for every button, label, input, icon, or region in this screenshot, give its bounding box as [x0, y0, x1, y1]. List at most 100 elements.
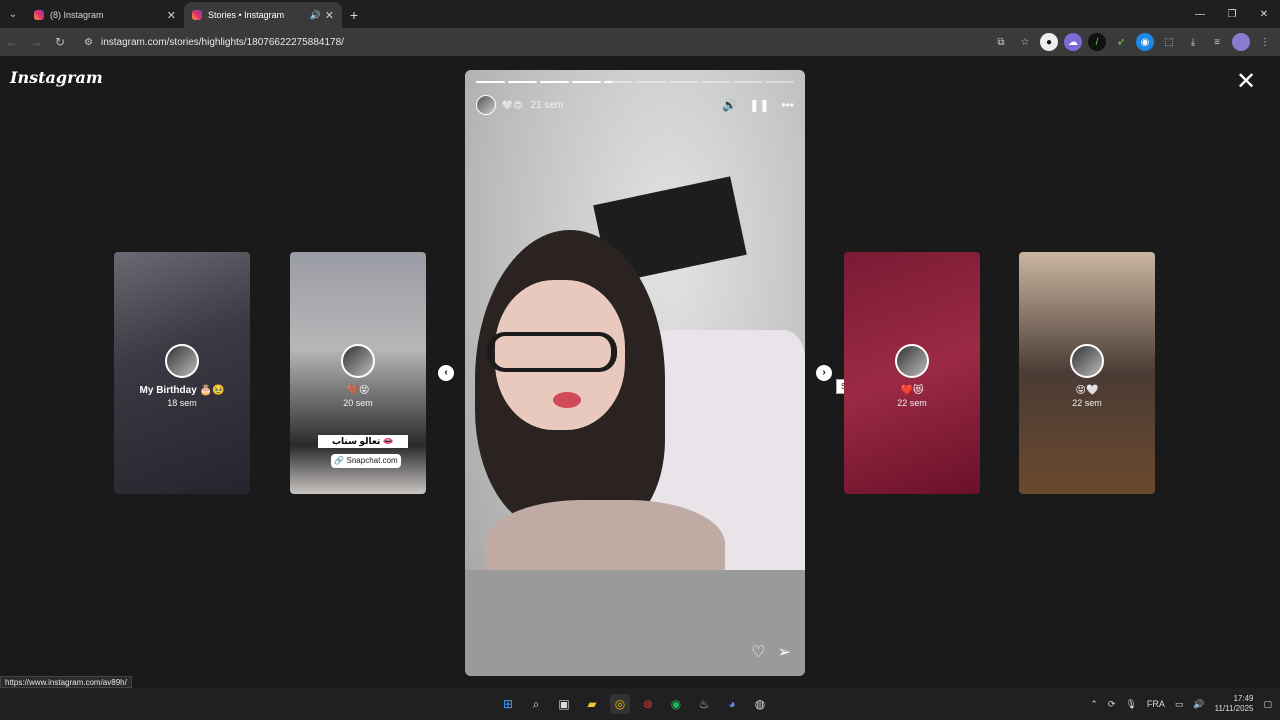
- stories-page: Instagram ✕ My Birthday 🎂🥹 18 sem 🤎😝 20 …: [0, 56, 1280, 688]
- tab-instagram[interactable]: (8) Instagram ✕: [26, 2, 184, 28]
- thumbnail-time: 22 sem: [1072, 398, 1102, 408]
- discord-icon[interactable]: ◕: [722, 694, 742, 714]
- reading-list-icon[interactable]: ≡: [1208, 33, 1226, 51]
- sync-icon[interactable]: ⟳: [1108, 699, 1116, 710]
- minimize-icon[interactable]: —: [1184, 0, 1216, 28]
- story-thumbnail-2[interactable]: 🤎😝 20 sem تعالو سناب 👄 🔗 Snapchat.com: [290, 252, 426, 494]
- tab-close-icon[interactable]: ✕: [167, 9, 176, 22]
- toolbar-icons: ⧉ ☆ ● ☁ / ➶ ◉ ⬚ ⤓ ≡ ⋮: [992, 28, 1274, 56]
- story-thumbnail-4[interactable]: 😝🤍 22 sem: [1019, 252, 1155, 494]
- progress-segment: [668, 81, 698, 83]
- progress-segment: [572, 81, 602, 83]
- speaker-icon[interactable]: 🔊: [310, 10, 321, 21]
- previous-story-button[interactable]: ‹: [438, 365, 454, 381]
- close-stories-button[interactable]: ✕: [1236, 70, 1256, 94]
- profile-avatar-icon[interactable]: [1232, 33, 1250, 51]
- tab-title: (8) Instagram: [50, 10, 104, 20]
- spotify-icon[interactable]: ◉: [666, 694, 686, 714]
- reload-icon[interactable]: ↻: [48, 35, 72, 49]
- progress-segment: [732, 81, 762, 83]
- clock-date: 11/11/2025: [1214, 704, 1254, 713]
- more-options-icon[interactable]: •••: [781, 98, 794, 112]
- tab-title: Stories • Instagram: [208, 10, 285, 20]
- extension-blue-icon[interactable]: ◉: [1136, 33, 1154, 51]
- window-controls: — ❐ ✕: [1184, 0, 1280, 28]
- tab-search-dropdown-icon[interactable]: ⌄: [0, 0, 26, 28]
- instagram-logo[interactable]: Instagram: [10, 68, 103, 87]
- address-text: instagram.com/stories/highlights/1807662…: [100, 36, 344, 48]
- windows-taskbar: ⊞ ⌕ ▣ ▰ ◎ ⊛ ◉ ♨ ◕ ◍ ⌃ ⟳ 🎙 FRA ▭ 🔊 17:49 …: [0, 688, 1280, 720]
- thumbnail-label: 🤎😝: [346, 385, 370, 396]
- status-bar-url: https://www.instagram.com/av89h/: [0, 676, 132, 688]
- extension-cloud-icon[interactable]: ☁: [1064, 33, 1082, 51]
- avatar[interactable]: [476, 95, 496, 115]
- clock[interactable]: 17:49 11/11/2025: [1215, 694, 1254, 714]
- volume-icon[interactable]: 🔊: [722, 98, 737, 112]
- app-with-badge-icon[interactable]: ◍: [750, 694, 770, 714]
- window-close-icon[interactable]: ✕: [1248, 0, 1280, 28]
- progress-segment: [700, 81, 730, 83]
- story-image-glasses: [487, 332, 617, 372]
- extension-slash-icon[interactable]: /: [1088, 33, 1106, 51]
- snapchat-link-sticker: 🔗 Snapchat.com: [331, 454, 401, 468]
- share-send-icon[interactable]: ➢: [778, 642, 791, 662]
- story-progress-bar: [476, 81, 794, 83]
- volume-tray-icon[interactable]: 🔊: [1193, 699, 1204, 710]
- windows-start-icon[interactable]: ⊞: [498, 694, 518, 714]
- thumbnail-time: 20 sem: [343, 398, 373, 408]
- next-story-button[interactable]: ›: [816, 365, 832, 381]
- instagram-favicon-icon: [192, 10, 202, 20]
- progress-segment: [476, 81, 506, 83]
- restore-icon[interactable]: ❐: [1216, 0, 1248, 28]
- site-info-icon[interactable]: ⚙: [84, 37, 93, 48]
- bookmark-star-icon[interactable]: ☆: [1016, 33, 1034, 51]
- tab-close-icon[interactable]: ✕: [325, 9, 334, 22]
- menu-kebab-icon[interactable]: ⋮: [1256, 33, 1274, 51]
- tab-stories[interactable]: Stories • Instagram 🔊 ✕: [184, 2, 342, 28]
- like-heart-icon[interactable]: ♡: [751, 642, 765, 662]
- story-emojis: 🤍😍: [502, 99, 523, 110]
- search-icon[interactable]: ⌕: [526, 694, 546, 714]
- extension-panda-icon[interactable]: ●: [1040, 33, 1058, 51]
- browser-toolbar: ← → ↻ ⚙ instagram.com/stories/highlights…: [0, 28, 1280, 56]
- thumbnail-label: 😝🤍: [1075, 385, 1099, 396]
- story-controls: 🔊 ❚❚ •••: [722, 98, 794, 112]
- taskbar-apps: ⊞ ⌕ ▣ ▰ ◎ ⊛ ◉ ♨ ◕ ◍: [498, 694, 770, 714]
- file-explorer-icon[interactable]: ▰: [582, 694, 602, 714]
- download-icon[interactable]: ⤓: [1184, 33, 1202, 51]
- steam-icon[interactable]: ♨: [694, 694, 714, 714]
- forward-icon[interactable]: →: [24, 35, 48, 49]
- progress-segment: [604, 81, 634, 83]
- story-header: 🤍😍 21 sem 🔊 ❚❚ •••: [476, 94, 794, 116]
- extension-leaf-icon[interactable]: ➶: [1112, 33, 1130, 51]
- progress-segment: [508, 81, 538, 83]
- back-icon[interactable]: ←: [0, 35, 24, 49]
- pause-icon[interactable]: ❚❚: [749, 98, 769, 112]
- story-thumbnail-3[interactable]: ❤️😻 22 sem: [844, 252, 980, 494]
- new-tab-button[interactable]: +: [342, 2, 366, 28]
- avatar: [341, 344, 375, 378]
- address-bar[interactable]: ⚙ instagram.com/stories/highlights/18076…: [78, 31, 948, 53]
- progress-segment: [636, 81, 666, 83]
- network-icon[interactable]: ▭: [1175, 699, 1184, 710]
- clock-time: 17:49: [1233, 694, 1254, 703]
- language-indicator[interactable]: FRA: [1147, 699, 1165, 709]
- tray-chevron-icon[interactable]: ⌃: [1090, 699, 1098, 710]
- task-view-icon[interactable]: ▣: [554, 694, 574, 714]
- thumbnail-label: My Birthday 🎂🥹: [139, 385, 225, 396]
- microphone-icon[interactable]: 🎙: [1125, 699, 1136, 710]
- thumbnail-time: 18 sem: [167, 398, 197, 408]
- install-app-icon[interactable]: ⧉: [992, 33, 1010, 51]
- browser-tab-bar: ⌄ (8) Instagram ✕ Stories • Instagram 🔊 …: [0, 0, 1280, 28]
- story-thumbnail-1[interactable]: My Birthday 🎂🥹 18 sem: [114, 252, 250, 494]
- chrome-icon[interactable]: ◎: [610, 694, 630, 714]
- avatar: [895, 344, 929, 378]
- system-tray: ⌃ ⟳ 🎙 FRA ▭ 🔊 17:49 11/11/2025 ▢: [1090, 688, 1272, 720]
- notification-icon[interactable]: ▢: [1263, 699, 1272, 710]
- thumbnail-time: 22 sem: [897, 398, 927, 408]
- extensions-puzzle-icon[interactable]: ⬚: [1160, 33, 1178, 51]
- red-app-icon[interactable]: ⊛: [638, 694, 658, 714]
- story-image-lips: [553, 392, 581, 408]
- active-story[interactable]: 🤍😍 21 sem 🔊 ❚❚ ••• ♡ ➢: [465, 70, 805, 676]
- instagram-favicon-icon: [34, 10, 44, 20]
